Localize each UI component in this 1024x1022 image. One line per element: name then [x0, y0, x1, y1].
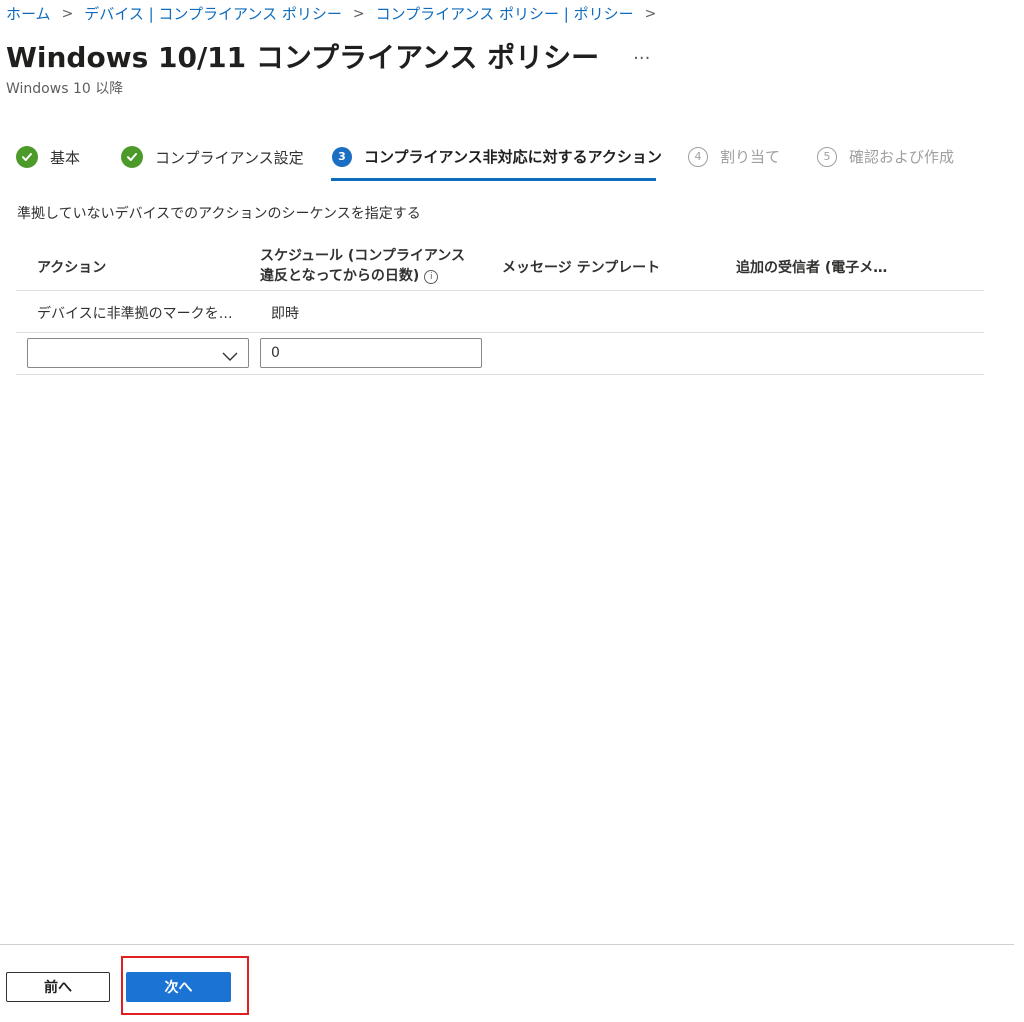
step-label: コンプライアンス設定	[155, 148, 304, 167]
step-label: 割り当て	[720, 148, 781, 166]
more-options-icon[interactable]: ···	[633, 48, 650, 69]
step-label: 基本	[50, 148, 81, 167]
step-label: コンプライアンス非対応に対するアクション	[364, 148, 662, 166]
breadcrumb-compliance-policies-link[interactable]: コンプライアンス ポリシー | ポリシー	[376, 3, 634, 24]
step-number-badge: 5	[817, 146, 837, 167]
breadcrumb-home-link[interactable]: ホーム	[6, 3, 51, 24]
column-header-recipients: 追加の受信者 (電子メ…	[736, 260, 888, 276]
step-compliance-settings[interactable]: コンプライアンス設定	[121, 146, 304, 168]
table-cell-schedule: 即時	[271, 306, 299, 322]
title-row: Windows 10/11 コンプライアンス ポリシー ···	[6, 36, 650, 76]
table-divider	[16, 374, 984, 375]
chevron-right-icon: >	[644, 5, 657, 22]
schedule-days-input[interactable]	[260, 338, 482, 368]
table-divider	[16, 290, 984, 291]
checkmark-icon	[121, 146, 143, 168]
chevron-down-icon	[222, 347, 238, 366]
page-title: Windows 10/11 コンプライアンス ポリシー	[6, 41, 600, 74]
step-number-badge: 3	[332, 146, 352, 167]
info-icon[interactable]: i	[424, 270, 439, 284]
next-button[interactable]: 次へ	[126, 972, 231, 1002]
action-select[interactable]	[27, 338, 249, 368]
column-header-schedule-line2: 違反となってからの日数)	[260, 268, 420, 284]
chevron-right-icon: >	[352, 5, 365, 22]
breadcrumb: ホーム > デバイス | コンプライアンス ポリシー > コンプライアンス ポリ…	[6, 3, 667, 24]
wizard-steps: 基本 コンプライアンス設定 3 コンプライアンス非対応に対するアクション 4 割…	[0, 140, 1024, 184]
active-step-indicator	[331, 178, 656, 181]
column-header-schedule-line1: スケジュール (コンプライアンス	[260, 248, 466, 264]
step-assignments[interactable]: 4 割り当て	[688, 146, 780, 167]
column-header-schedule: スケジュール (コンプライアンス 違反となってからの日数) i	[260, 246, 465, 286]
table-divider	[16, 332, 984, 333]
step-review-create[interactable]: 5 確認および作成	[817, 146, 954, 167]
checkmark-icon	[16, 146, 38, 168]
step-number-badge: 4	[688, 146, 708, 167]
step-noncompliance-actions[interactable]: 3 コンプライアンス非対応に対するアクション	[332, 146, 662, 167]
step-basics[interactable]: 基本	[16, 146, 80, 168]
section-description: 準拠していないデバイスでのアクションのシーケンスを指定する	[17, 206, 421, 222]
column-header-message-template: メッセージ テンプレート	[502, 260, 661, 276]
footer-divider	[0, 944, 1014, 945]
column-header-action: アクション	[37, 260, 107, 276]
table-cell-action[interactable]: デバイスに非準拠のマークを…	[37, 303, 233, 323]
step-label: 確認および作成	[849, 148, 955, 166]
breadcrumb-device-compliance-link[interactable]: デバイス | コンプライアンス ポリシー	[84, 3, 342, 24]
previous-button[interactable]: 前へ	[6, 972, 110, 1002]
column-header-schedule-line2-wrap: 違反となってからの日数) i	[260, 266, 465, 286]
page-subtitle: Windows 10 以降	[6, 81, 124, 97]
chevron-right-icon: >	[61, 5, 74, 22]
